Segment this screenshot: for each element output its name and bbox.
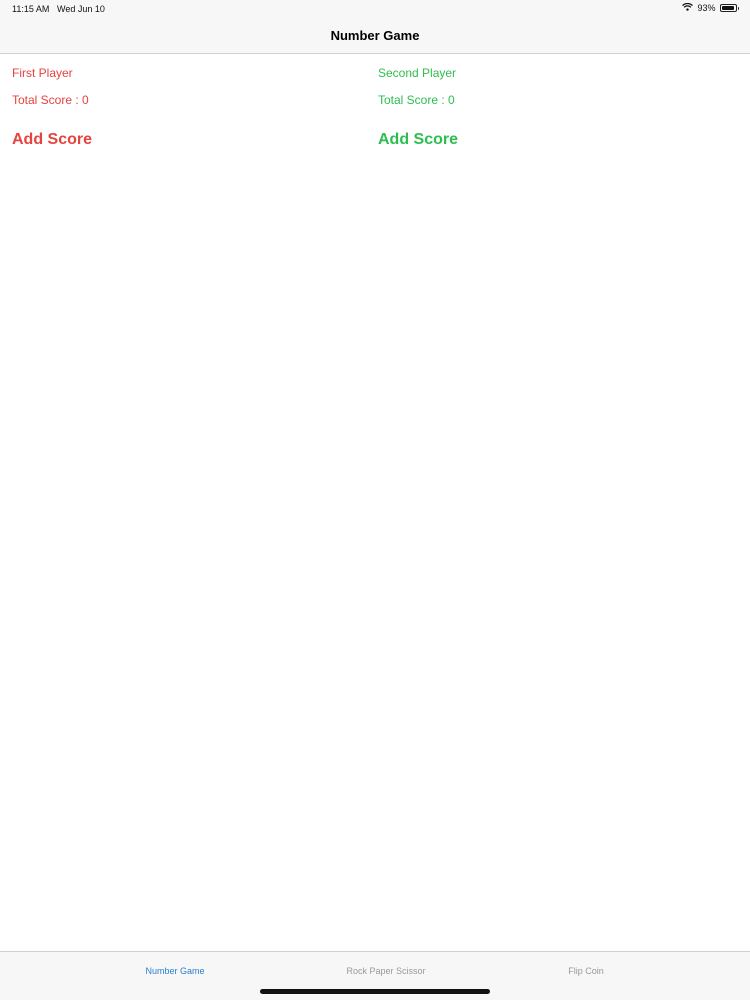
status-indicators: 93% — [682, 2, 739, 13]
status-date: Wed Jun 10 — [57, 4, 105, 14]
first-player-panel: First Player Total Score : 0 Add Score — [12, 66, 92, 149]
page-title: Number Game — [330, 28, 420, 43]
battery-cap — [737, 6, 739, 10]
first-player-name: First Player — [12, 66, 73, 80]
second-player-add-score-button[interactable]: Add Score — [378, 131, 458, 149]
wifi-icon — [682, 2, 694, 13]
first-player-total-score: Total Score : 0 — [12, 93, 89, 107]
tab-flip-coin[interactable]: Flip Coin — [506, 966, 666, 976]
navigation-bar: Number Game — [0, 18, 750, 54]
battery-icon — [719, 4, 737, 12]
tab-rock-paper-scissor[interactable]: Rock Paper Scissor — [306, 966, 466, 976]
battery-fill — [721, 6, 734, 10]
screen: 11:15 AM Wed Jun 10 93% Number Game Firs… — [0, 0, 750, 1000]
battery-percent: 93% — [697, 3, 716, 13]
first-player-add-score-button[interactable]: Add Score — [12, 131, 92, 149]
status-time: 11:15 AM — [12, 4, 50, 14]
second-player-name: Second Player — [378, 66, 457, 80]
tab-number-game[interactable]: Number Game — [95, 966, 255, 976]
status-bar: 11:15 AM Wed Jun 10 93% — [0, 0, 750, 18]
second-player-panel: Second Player Total Score : 0 Add Score — [378, 66, 458, 149]
second-player-total-score: Total Score : 0 — [378, 93, 455, 107]
home-indicator[interactable] — [260, 989, 490, 994]
